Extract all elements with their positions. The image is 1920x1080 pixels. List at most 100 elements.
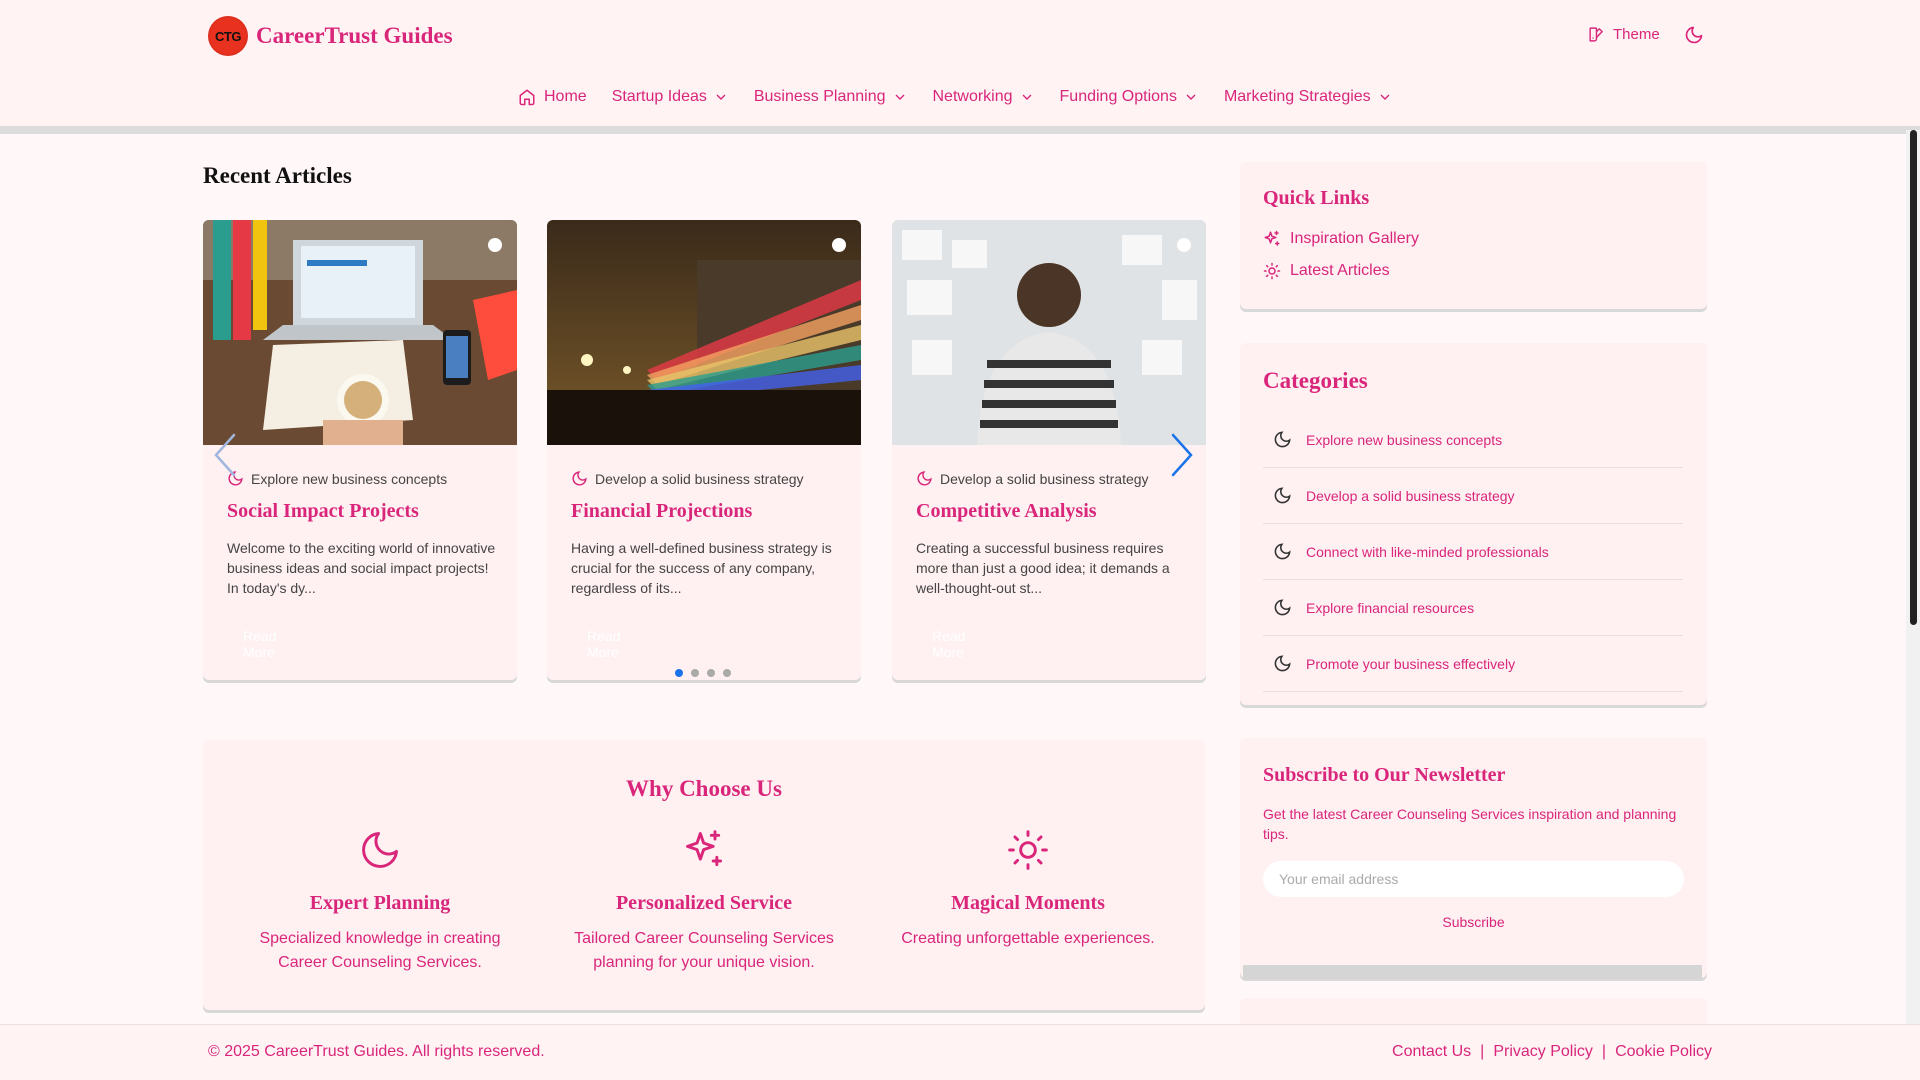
nav-item-marketing-strategies[interactable]: Marketing Strategies [1224, 88, 1393, 106]
footer-link-contact[interactable]: Contact Us [1392, 1043, 1471, 1061]
carousel-next-arrow[interactable] [1169, 432, 1195, 478]
category-label: Explore new business concepts [1306, 431, 1503, 448]
article-card[interactable]: Explore new business concepts Social Imp… [203, 220, 517, 680]
feature-personalized-service: Personalized Service Tailored Career Cou… [554, 828, 854, 975]
quick-link-label: Latest Articles [1290, 262, 1390, 279]
sun-icon [1008, 830, 1048, 870]
carousel-dot[interactable] [723, 669, 731, 677]
nav-label: Marketing Strategies [1223, 88, 1371, 105]
nav-label: Business Planning [753, 88, 886, 105]
favorite-toggle[interactable] [1177, 238, 1191, 252]
chevron-down-icon [1380, 94, 1390, 100]
logo-badge: CTG [208, 16, 248, 56]
article-card[interactable]: Develop a solid business strategy Compet… [892, 220, 1206, 680]
footer-separator: | [1480, 1043, 1485, 1060]
article-category-label: Develop a solid business strategy [940, 470, 1149, 487]
read-more-button[interactable]: Read More [916, 619, 1016, 660]
why-choose-us-heading: Why Choose Us [626, 776, 782, 801]
moon-icon [1685, 26, 1703, 44]
nav-item-business-planning[interactable]: Business Planning [754, 88, 908, 106]
scrollbar-thumb[interactable] [1910, 130, 1917, 625]
brand-logo-link[interactable]: CTG CareerTrust Guides [208, 16, 453, 56]
category-item[interactable]: Connect with like-minded professionals [1263, 524, 1683, 580]
carousel-dot[interactable] [691, 669, 699, 677]
why-choose-us-section: Why Choose Us Expert Planning Specialize… [203, 740, 1205, 1010]
nav-label: Funding Options [1059, 88, 1177, 105]
article-image-desk-laptop [203, 220, 517, 445]
moon-icon [1274, 431, 1291, 448]
home-icon [519, 89, 535, 106]
category-item[interactable]: Explore financial resources [1263, 580, 1683, 636]
feature-title: Magical Moments [951, 892, 1105, 914]
nav-item-startup-ideas[interactable]: Startup Ideas [612, 88, 729, 106]
nav-label: Home [544, 88, 587, 105]
favorite-toggle[interactable] [832, 238, 846, 252]
main-nav: Home Startup Ideas Business Planning Net… [518, 88, 1418, 106]
article-category-label: Develop a solid business strategy [595, 470, 804, 487]
article-excerpt: Having a well-defined business strategy … [571, 540, 832, 596]
quick-link-inspiration-gallery[interactable]: Inspiration Gallery [1263, 230, 1419, 248]
category-label: Connect with like-minded professionals [1306, 543, 1549, 560]
favorite-toggle[interactable] [488, 238, 502, 252]
article-title[interactable]: Competitive Analysis [916, 500, 1097, 523]
category-label: Promote your business effectively [1306, 655, 1516, 672]
quick-link-label: Inspiration Gallery [1290, 230, 1419, 247]
article-title[interactable]: Social Impact Projects [227, 500, 419, 523]
moon-icon [917, 471, 932, 486]
moon-icon [572, 471, 587, 486]
article-excerpt: Creating a successful business requires … [916, 540, 1170, 596]
chevron-down-icon [1022, 94, 1032, 100]
category-item[interactable]: Promote your business effectively [1263, 636, 1683, 692]
page-scrollbar[interactable] [1906, 130, 1920, 1080]
article-card[interactable]: Develop a solid business strategy Financ… [547, 220, 861, 680]
brand-name: CareerTrust Guides [256, 23, 453, 48]
category-item[interactable]: Develop a solid business strategy [1263, 468, 1683, 524]
newsletter-email-input[interactable] [1263, 861, 1684, 897]
header-divider [0, 126, 1920, 134]
nav-item-home[interactable]: Home [518, 88, 587, 106]
category-item[interactable]: Explore new business concepts [1263, 412, 1683, 468]
feature-text: Creating unforgettable experiences. [901, 930, 1155, 947]
footer-link-privacy[interactable]: Privacy Policy [1493, 1043, 1593, 1061]
carousel-prev-arrow[interactable] [212, 432, 238, 478]
carousel-dot[interactable] [707, 669, 715, 677]
carousel-dot-active[interactable] [675, 669, 683, 677]
nav-item-networking[interactable]: Networking [933, 88, 1035, 106]
moon-icon [1274, 543, 1291, 560]
category-label: Develop a solid business strategy [1306, 487, 1515, 504]
article-excerpt: Welcome to the exciting world of innovat… [227, 540, 496, 596]
article-image-idea-wall [892, 220, 1206, 445]
moon-icon [1274, 655, 1291, 672]
chevron-down-icon [895, 94, 904, 100]
quick-links-heading: Quick Links [1263, 187, 1370, 209]
subscribe-button[interactable]: Subscribe [1240, 914, 1707, 930]
newsletter-heading: Subscribe to Our Newsletter [1263, 764, 1506, 786]
palette-icon [1589, 27, 1603, 42]
nav-item-funding-options[interactable]: Funding Options [1060, 88, 1199, 106]
copyright-text: © 2025 CareerTrust Guides. All rights re… [208, 1043, 545, 1060]
categories-card: Categories Explore new business concepts… [1240, 343, 1707, 705]
read-more-button[interactable]: Read More [227, 619, 327, 660]
feature-title: Expert Planning [309, 892, 451, 914]
category-label: Explore financial resources [1306, 599, 1475, 616]
article-category: Develop a solid business strategy [571, 470, 804, 487]
article-image-light-show [547, 220, 861, 445]
nav-label: Startup Ideas [611, 88, 707, 105]
chevron-down-icon [1186, 94, 1196, 100]
dark-mode-toggle[interactable] [1684, 25, 1704, 50]
feature-expert-planning: Expert Planning Specialized knowledge in… [230, 828, 530, 975]
read-more-button[interactable]: Read More [571, 619, 671, 660]
quick-link-latest-articles[interactable]: Latest Articles [1263, 262, 1390, 280]
moon-icon [1274, 487, 1291, 504]
feature-text: Tailored Career Counseling Services plan… [574, 930, 834, 971]
footer-link-cookie[interactable]: Cookie Policy [1615, 1043, 1712, 1061]
sun-icon [1263, 262, 1281, 280]
sparkles-icon [686, 830, 722, 867]
sparkles-icon [1264, 230, 1280, 246]
feature-title: Personalized Service [615, 892, 793, 914]
footer-links: Contact Us | Privacy Policy | Cookie Pol… [1392, 1043, 1712, 1061]
theme-button[interactable]: Theme [1588, 26, 1660, 43]
nav-label: Networking [932, 88, 1013, 105]
article-title[interactable]: Financial Projections [571, 500, 752, 523]
chevron-down-icon [716, 94, 726, 100]
